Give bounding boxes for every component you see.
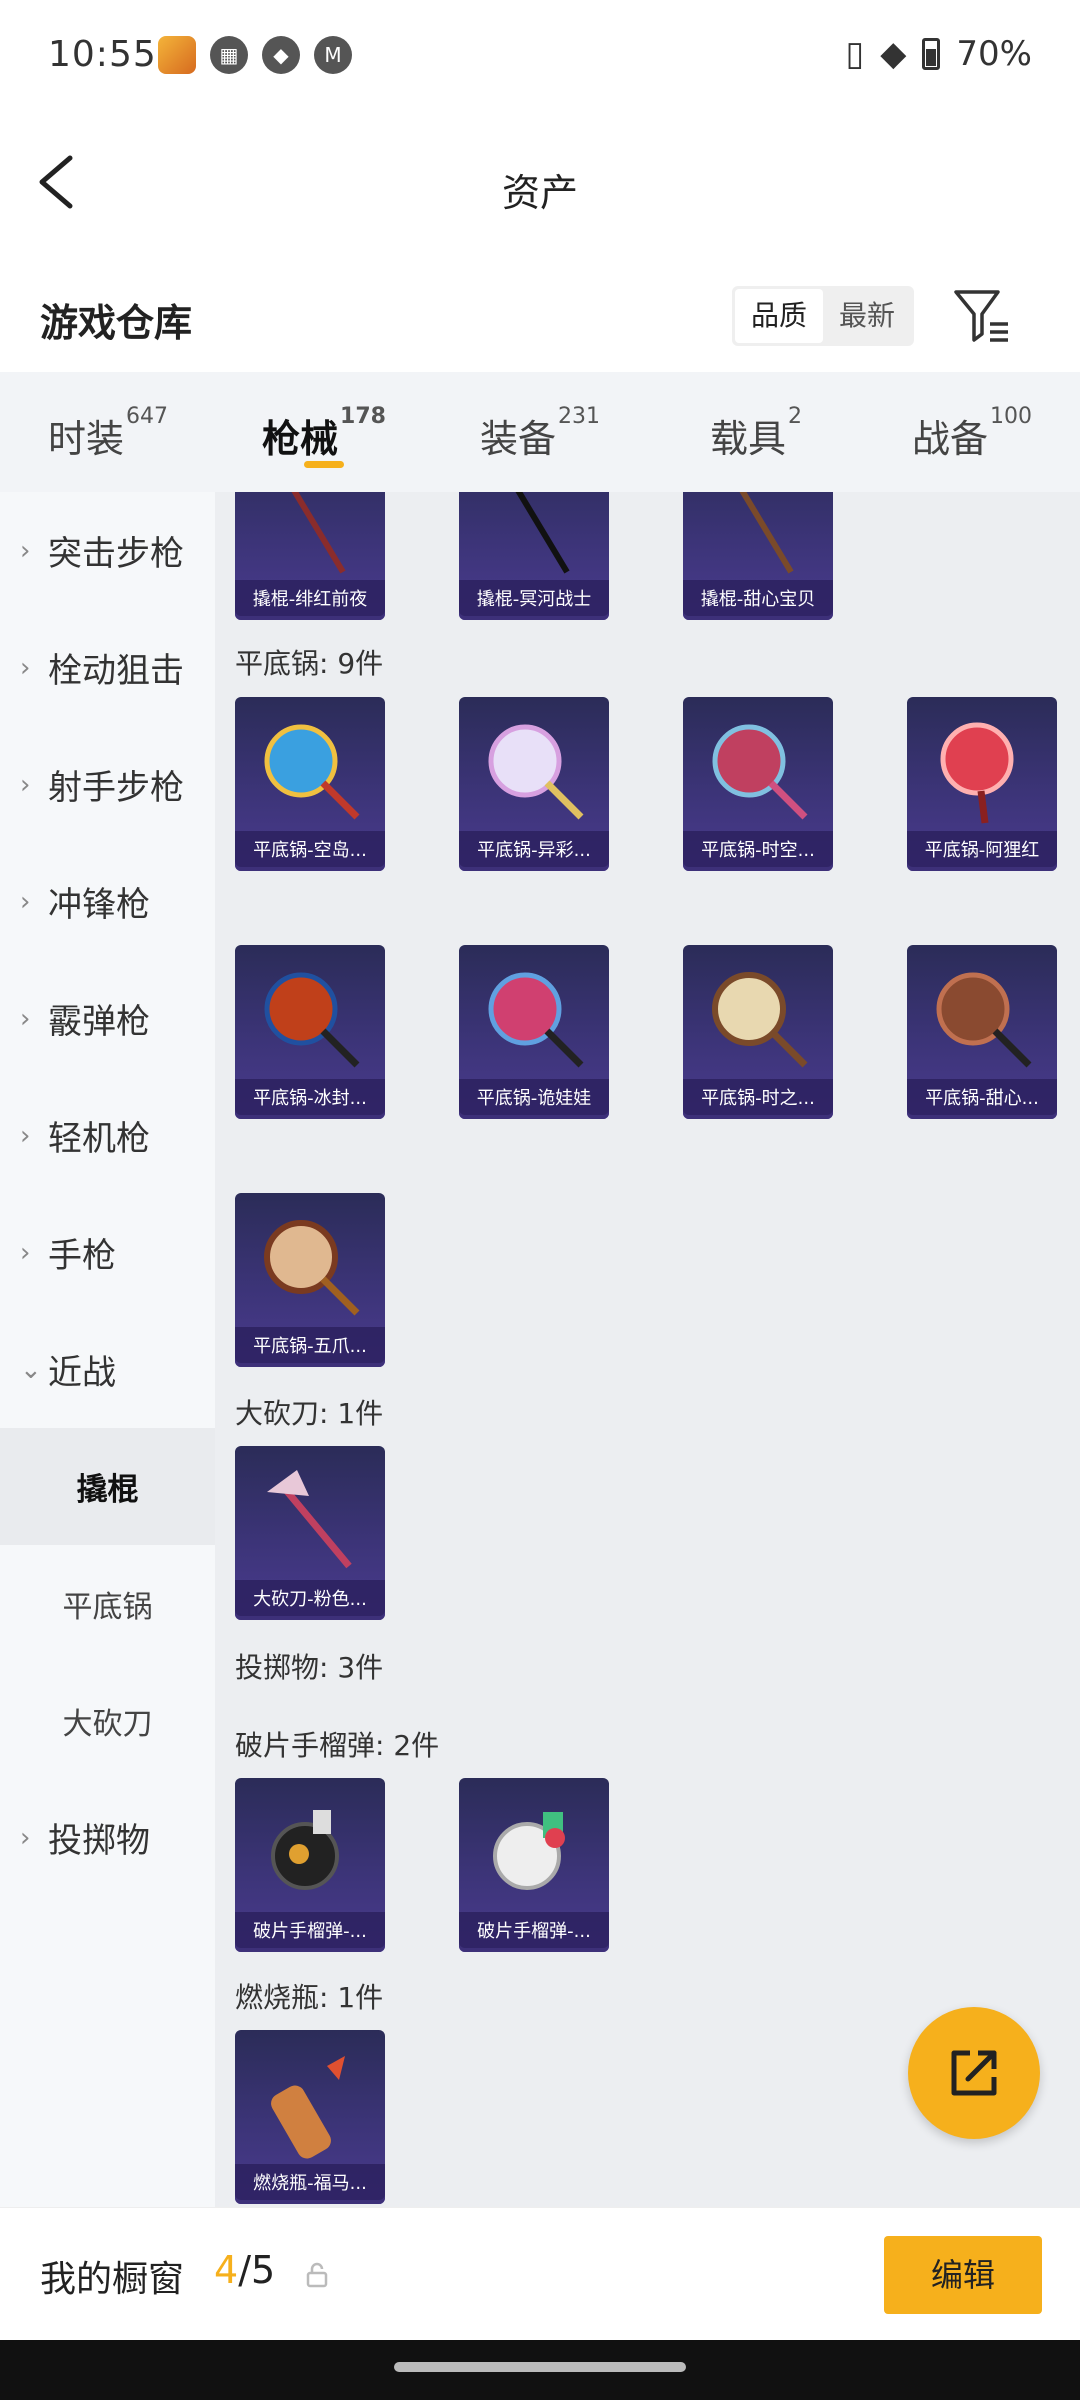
calendar-icon: ▦ (210, 36, 248, 74)
item-card[interactable]: 平底锅-阿狸红 (907, 697, 1057, 871)
item-card[interactable]: 平底锅-冰封... (235, 945, 385, 1119)
status-bar: 10:55 ▦ ◆ M ▯ ◆ 70% (0, 0, 1080, 110)
category-tabs: 时装647 枪械178 装备231 载具2 战备100 (0, 372, 1080, 492)
tab-equipment[interactable]: 装备231 (432, 372, 648, 492)
item-card[interactable]: 平底锅-五爪... (235, 1193, 385, 1367)
item-card[interactable]: 破片手榴弹-... (459, 1778, 609, 1952)
sidebar-subitem-machete[interactable]: 大砍刀 (0, 1662, 215, 1779)
sidebar-item-dmr[interactable]: › 射手步枪 (0, 726, 215, 843)
sidebar-item-lmg[interactable]: › 轻机枪 (0, 1077, 215, 1194)
app-notification-icon (158, 36, 196, 74)
axe-icon (267, 1470, 352, 1569)
sidebar-item-bolt-sniper[interactable]: › 栓动狙击 (0, 609, 215, 726)
group-label-molotov: 燃烧瓶: 1件 (235, 1981, 384, 2014)
group-label-frag: 破片手榴弹: 2件 (235, 1729, 440, 1762)
shield-icon: ◆ (262, 36, 300, 74)
pan-icon (936, 972, 1032, 1068)
group-label-machete: 大砍刀: 1件 (235, 1397, 384, 1430)
system-nav-bar (0, 2340, 1080, 2400)
pan-icon (488, 972, 584, 1068)
showcase-count: 4/5 (214, 2248, 276, 2292)
sidebar-item-smg[interactable]: › 冲锋枪 (0, 843, 215, 960)
grenade-icon (271, 1810, 339, 1890)
item-card[interactable]: 燃烧瓶-福马... (235, 2030, 385, 2204)
crowbar-icon (739, 492, 794, 574)
item-card[interactable]: 撬棍-绯红前夜 (235, 492, 385, 620)
tab-vehicles[interactable]: 载具2 (648, 372, 864, 492)
tab-supplies[interactable]: 战备100 (864, 372, 1080, 492)
pan-icon (712, 972, 808, 1068)
showcase-label: 我的橱窗 (40, 2259, 185, 2300)
section-title: 游戏仓库 (40, 301, 193, 345)
item-card[interactable]: 破片手榴弹-... (235, 1778, 385, 1952)
chevron-right-icon: › (20, 1120, 31, 1151)
chevron-right-icon: › (20, 535, 31, 566)
item-grid: 撬棍-绯红前夜 撬棍-冥河战士 撬棍-甜心宝贝 平底锅: 9件 平底锅-空岛..… (215, 492, 1080, 2207)
pan-icon (940, 722, 1014, 824)
chevron-down-icon: ⌄ (20, 1354, 42, 1385)
group-label-pan: 平底锅: 9件 (235, 647, 384, 680)
sort-latest-button[interactable]: 最新 (823, 289, 911, 343)
sidebar-item-assault-rifle[interactable]: › 突击步枪 (0, 492, 215, 609)
chevron-right-icon: › (20, 769, 31, 800)
item-card[interactable]: 平底锅-甜心... (907, 945, 1057, 1119)
crowbar-icon (291, 492, 346, 574)
chevron-right-icon: › (20, 1237, 31, 1268)
item-card[interactable]: 大砍刀-粉色... (235, 1446, 385, 1620)
sort-quality-button[interactable]: 品质 (735, 289, 824, 343)
section-row: 游戏仓库 品质 最新 (0, 260, 1080, 372)
group-label-throwables: 投掷物: 3件 (235, 1651, 384, 1684)
external-link-icon (951, 2050, 997, 2096)
pan-icon (488, 724, 584, 820)
pan-icon (264, 972, 360, 1068)
sidebar-item-melee[interactable]: ⌄ 近战 (0, 1311, 215, 1428)
pan-icon (264, 724, 360, 820)
sidebar-subitem-pan[interactable]: 平底锅 (0, 1545, 215, 1662)
status-time: 10:55 (48, 34, 157, 75)
sidebar-item-pistol[interactable]: › 手枪 (0, 1194, 215, 1311)
battery-icon (922, 38, 941, 70)
molotov-icon (271, 2056, 345, 2159)
chevron-right-icon: › (20, 886, 31, 917)
lock-icon (306, 2262, 328, 2288)
item-card[interactable]: 平底锅-时空... (683, 697, 833, 871)
pan-icon (264, 1220, 360, 1316)
sidebar-item-shotgun[interactable]: › 霰弹枪 (0, 960, 215, 1077)
item-card[interactable]: 平底锅-时之... (683, 945, 833, 1119)
edit-button[interactable]: 编辑 (884, 2236, 1042, 2314)
share-fab[interactable] (908, 2007, 1040, 2139)
vibrate-icon: ▯ (845, 34, 865, 74)
showcase-bar: 我的橱窗 4/5 编辑 (0, 2207, 1080, 2340)
item-card[interactable]: 平底锅-空岛... (235, 697, 385, 871)
filter-icon[interactable] (952, 284, 1012, 348)
chevron-right-icon: › (20, 652, 31, 683)
item-card[interactable]: 撬棍-甜心宝贝 (683, 492, 833, 620)
crowbar-icon (515, 492, 570, 574)
grenade-icon (493, 1812, 565, 1890)
item-card[interactable]: 撬棍-冥河战士 (459, 492, 609, 620)
sidebar-subitem-crowbar[interactable]: 撬棍 (0, 1428, 215, 1545)
battery-level: 70% (956, 34, 1032, 74)
chevron-right-icon: › (20, 1822, 31, 1853)
sidebar-item-throwables[interactable]: › 投掷物 (0, 1779, 215, 1896)
tab-weapons[interactable]: 枪械178 (216, 372, 432, 492)
sort-toggle: 品质 最新 (732, 286, 915, 346)
page-title: 资产 (501, 171, 578, 215)
chevron-right-icon: › (20, 1003, 31, 1034)
header: 资产 (0, 110, 1080, 260)
home-gesture-handle[interactable] (394, 2362, 686, 2372)
motorola-icon: M (314, 36, 352, 74)
weapon-category-sidebar: › 突击步枪 › 栓动狙击 › 射手步枪 › 冲锋枪 › 霰弹枪 › 轻机枪 › 手枪 ⌄ 近战… (0, 492, 215, 2207)
wifi-icon: ◆ (880, 34, 907, 74)
tab-fashion[interactable]: 时装647 (0, 372, 216, 492)
pan-icon (712, 724, 808, 820)
item-card[interactable]: 平底锅-诡娃娃 (459, 945, 609, 1119)
item-card[interactable]: 平底锅-异彩... (459, 697, 609, 871)
